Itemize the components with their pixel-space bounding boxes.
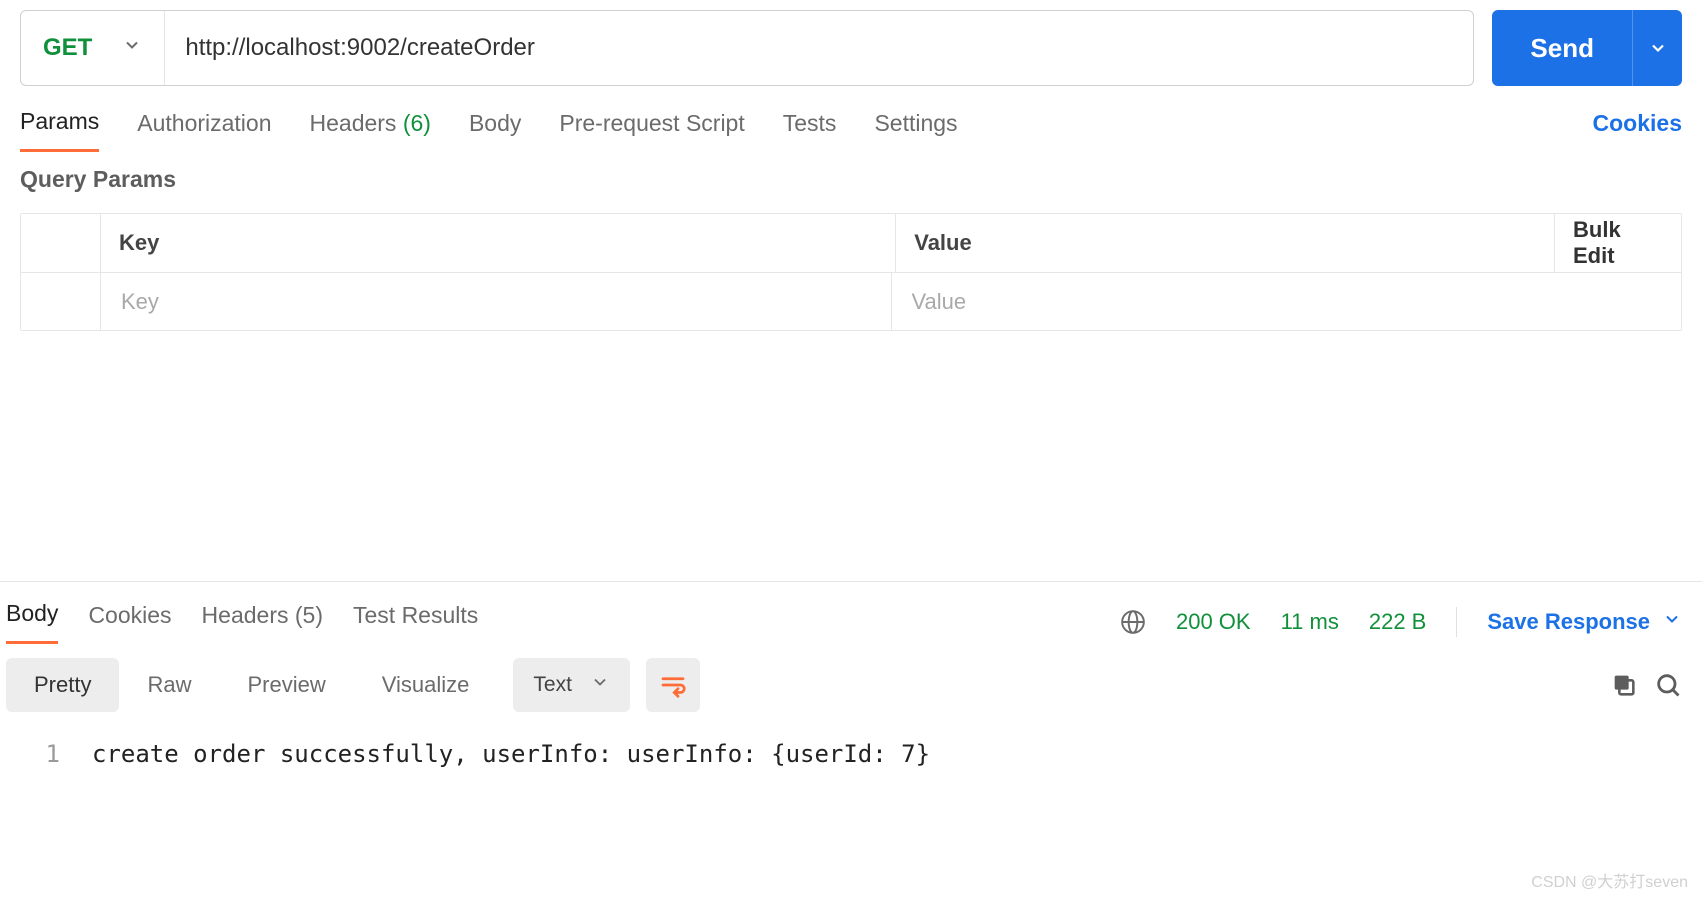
response-tabs: Body Cookies Headers (5) Test Results 20… (0, 582, 1702, 644)
save-response-button[interactable]: Save Response (1487, 609, 1682, 635)
bulk-edit-button[interactable]: Bulk Edit (1555, 214, 1681, 272)
chevron-down-icon (1662, 609, 1682, 635)
http-method-value: GET (43, 34, 92, 62)
response-view-row: Pretty Raw Preview Visualize Text (0, 644, 1702, 712)
view-pretty[interactable]: Pretty (6, 658, 119, 712)
response-view-segmented: Pretty Raw Preview Visualize (6, 658, 497, 712)
tab-headers[interactable]: Headers (6) (310, 110, 431, 151)
column-handle (21, 214, 101, 272)
http-method-dropdown[interactable]: GET (21, 11, 165, 85)
param-value-input[interactable] (910, 288, 1664, 316)
table-header-row: Key Value Bulk Edit (21, 214, 1681, 272)
table-row (21, 272, 1681, 330)
query-params-title: Query Params (0, 152, 1702, 193)
response-status-code: 200 OK (1176, 609, 1251, 635)
tab-headers-label: Headers (310, 110, 397, 136)
tab-pre-request-script[interactable]: Pre-request Script (559, 110, 744, 151)
resp-tab-cookies[interactable]: Cookies (88, 602, 171, 643)
globe-icon[interactable] (1120, 609, 1146, 635)
resp-tab-body[interactable]: Body (6, 600, 58, 644)
response-format-dropdown[interactable]: Text (513, 658, 630, 712)
view-preview[interactable]: Preview (219, 658, 353, 712)
cookies-link[interactable]: Cookies (1593, 110, 1682, 151)
wrap-lines-button[interactable] (646, 658, 700, 712)
tab-settings[interactable]: Settings (874, 110, 957, 151)
tab-headers-count: (6) (403, 110, 431, 136)
request-url-input[interactable] (165, 34, 1473, 62)
row-drag-handle[interactable] (21, 273, 101, 330)
send-button[interactable]: Send (1492, 10, 1632, 86)
resp-tab-test-results[interactable]: Test Results (353, 602, 478, 643)
response-format-value: Text (533, 673, 572, 697)
line-number: 1 (20, 740, 60, 768)
watermark: CSDN @大苏打seven (1531, 868, 1688, 892)
response-body: 1 create order successfully, userInfo: u… (0, 712, 1702, 768)
save-response-label: Save Response (1487, 609, 1650, 635)
chevron-down-icon (590, 672, 610, 698)
response-size: 222 B (1369, 609, 1427, 635)
response-body-line[interactable]: create order successfully, userInfo: use… (92, 740, 930, 768)
column-value-header: Value (896, 214, 1555, 272)
send-dropdown-button[interactable] (1632, 10, 1682, 86)
tab-tests[interactable]: Tests (783, 110, 837, 151)
view-visualize[interactable]: Visualize (354, 658, 498, 712)
tab-body[interactable]: Body (469, 110, 521, 151)
chevron-down-icon (122, 34, 142, 62)
tab-authorization[interactable]: Authorization (137, 110, 271, 151)
response-time: 11 ms (1281, 609, 1339, 635)
request-url-wrap: GET (20, 10, 1474, 86)
tab-params[interactable]: Params (20, 108, 99, 152)
search-icon[interactable] (1654, 671, 1682, 699)
copy-icon[interactable] (1610, 671, 1638, 699)
param-key-input[interactable] (119, 288, 873, 316)
query-params-table: Key Value Bulk Edit (20, 213, 1682, 331)
resp-tab-headers-label: Headers (202, 602, 289, 628)
send-button-group: Send (1492, 10, 1682, 86)
resp-tab-headers[interactable]: Headers (5) (202, 602, 323, 643)
view-raw[interactable]: Raw (119, 658, 219, 712)
separator (1456, 607, 1457, 637)
request-tabs: Params Authorization Headers (6) Body Pr… (0, 108, 1702, 152)
resp-tab-headers-count: (5) (295, 602, 323, 628)
column-key-header: Key (101, 214, 896, 272)
